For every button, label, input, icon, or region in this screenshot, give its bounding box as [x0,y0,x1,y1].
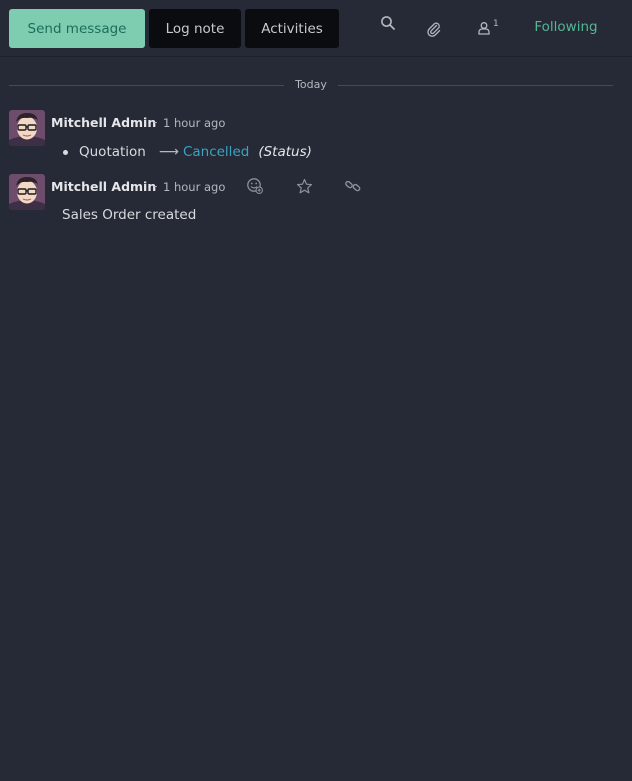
chatter-topbar: Send message Log note Activities 1 Follo… [0,0,632,57]
message-date: 1 hour ago [163,180,226,194]
tracking-field-name: (Status) [258,144,312,160]
tracking-old-value: Quotation [79,144,146,160]
log-note-button[interactable]: Log note [149,9,241,48]
star-icon[interactable] [292,175,316,197]
link-icon[interactable] [341,175,365,197]
followers-button[interactable] [469,12,499,46]
following-button[interactable]: Following [520,19,612,39]
message-body: Sales Order created [62,207,197,223]
send-message-button[interactable]: Send message [9,9,145,48]
user-icon [477,20,491,39]
tracking-new-value: Cancelled [182,144,250,160]
avatar[interactable] [9,174,45,210]
search-icon[interactable] [373,6,403,40]
activities-button[interactable]: Activities [245,9,339,48]
date-separator-label: Today [295,78,327,91]
long-arrow-right-icon: ⟶ [158,144,179,160]
add-reaction-icon[interactable] [243,175,267,197]
message-date: 1 hour ago [163,116,226,130]
date-separator-line [338,85,613,86]
avatar[interactable] [9,110,45,146]
date-separator-line [9,85,284,86]
message-author-date-separator: - [153,179,158,193]
message-author-date-separator: - [153,115,158,129]
message-author[interactable]: Mitchell Admin [51,115,156,130]
message-author[interactable]: Mitchell Admin [51,179,156,194]
bullet [63,149,68,155]
paperclip-icon[interactable] [419,12,449,46]
follower-count: 1 [493,19,499,29]
tracking-value-item: Quotation ⟶ Cancelled (Status) [63,143,312,161]
